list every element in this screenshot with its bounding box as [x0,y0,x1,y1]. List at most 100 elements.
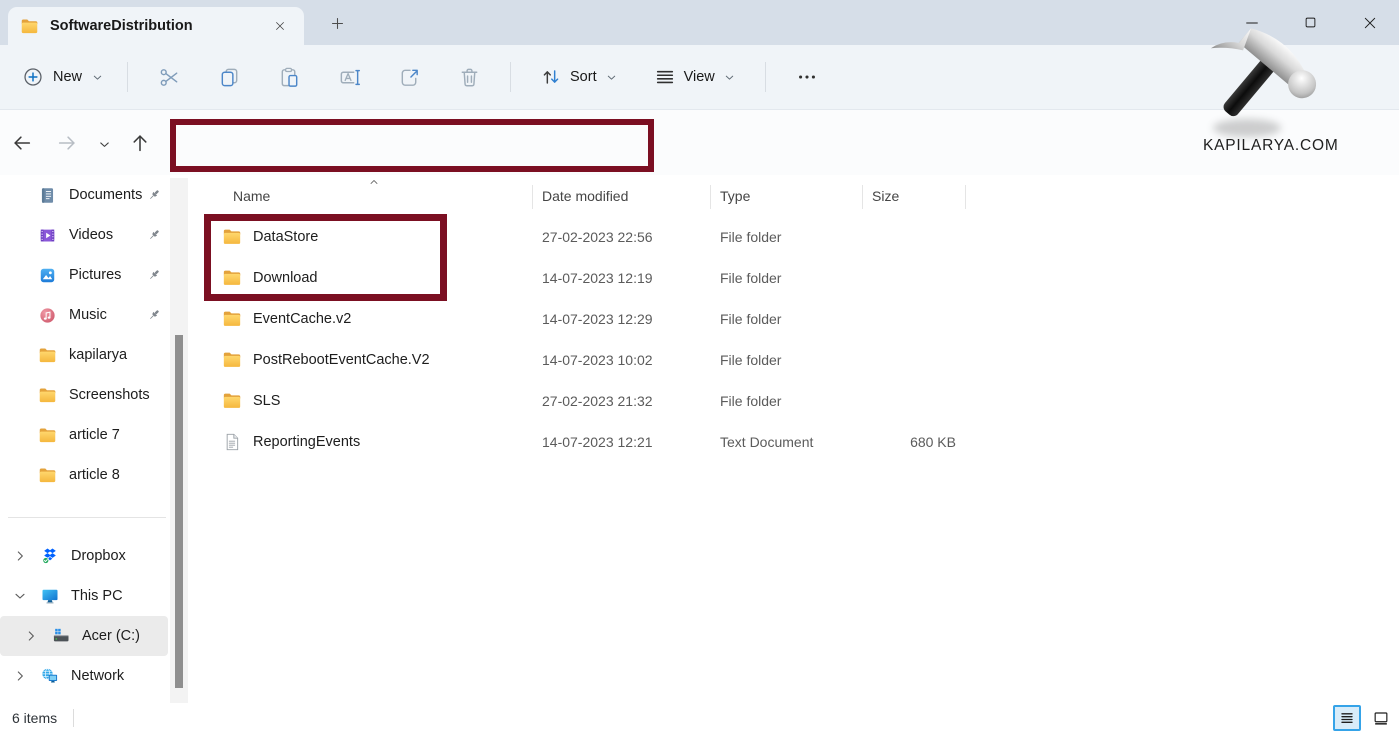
content-view-button[interactable] [1367,705,1395,731]
dropbox-icon [40,546,60,566]
folder-icon [222,391,242,411]
close-button[interactable] [1340,0,1399,45]
new-button[interactable]: New [10,59,116,95]
column-divider[interactable] [532,185,533,209]
pin-icon [146,187,162,203]
sort-button[interactable]: Sort [528,59,630,95]
watermark-text: KAPILARYA.COM [1203,137,1339,155]
sort-icon [540,66,562,88]
file-type: File folder [710,393,862,409]
chevron-down-icon[interactable] [12,588,28,604]
folder-icon [38,426,57,445]
sidebar-tree: Dropbox This PC Acer (C:) Network [0,536,190,696]
up-button[interactable] [126,129,154,157]
file-date-modified: 14-07-2023 10:02 [532,352,710,368]
sidebar-item-screenshots[interactable]: Screenshots [0,375,190,415]
column-header-size[interactable]: Size [862,188,966,204]
copy-icon [218,66,241,89]
rename-icon [338,66,361,89]
view-button-label: View [684,69,715,85]
column-header-date-modified[interactable]: Date modified [532,188,710,204]
sidebar-item-pictures[interactable]: Pictures [0,255,190,295]
sidebar-item-dropbox[interactable]: Dropbox [0,536,190,576]
column-header-name[interactable]: Name [188,188,532,204]
sidebar-item-this-pc[interactable]: This PC [0,576,190,616]
arrow-right-icon [56,132,78,154]
details-view-button[interactable] [1333,705,1361,731]
cut-icon [158,66,181,89]
sidebar-item-label: Acer (C:) [82,628,140,644]
recent-locations-button[interactable] [92,132,116,156]
file-rows: DataStore 27-02-2023 22:56 File folder D… [188,216,1399,462]
column-divider[interactable] [862,185,863,209]
chevron-right-icon[interactable] [23,628,39,644]
file-type: File folder [710,352,862,368]
window-controls [1222,0,1399,45]
share-button[interactable] [389,58,429,96]
sidebar-item-network[interactable]: Network [0,656,190,696]
tab-title: SoftwareDistribution [50,18,257,34]
sidebar-scrollbar-track[interactable] [170,178,188,708]
sort-button-label: Sort [570,69,597,85]
tab-close-icon[interactable] [268,14,292,38]
sidebar-item-label: Music [69,307,107,323]
ellipsis-icon [796,66,818,88]
command-toolbar: New Sort View [0,45,1399,110]
status-bar: 6 items [0,703,1399,733]
sidebar-item-videos[interactable]: Videos [0,215,190,255]
chevron-right-icon[interactable] [12,668,28,684]
maximize-button[interactable] [1281,0,1340,45]
column-divider[interactable] [710,185,711,209]
file-name: EventCache.v2 [253,311,351,327]
sort-ascending-caret-icon [368,176,380,188]
file-row-postrebooteventcache-v2[interactable]: PostRebootEventCache.V2 14-07-2023 10:02… [188,339,1399,380]
new-tab-button[interactable] [322,10,352,36]
tab-software-distribution[interactable]: SoftwareDistribution [8,7,304,45]
pin-icon [146,267,162,283]
file-date-modified: 14-07-2023 12:19 [532,270,710,286]
arrow-left-icon [11,132,33,154]
column-headers: Name Date modified Type Size [188,178,1399,214]
forward-button[interactable] [53,129,81,157]
sidebar-scrollbar-thumb[interactable] [175,335,183,688]
sidebar-item-label: article 7 [69,427,120,443]
sidebar-item-article-8[interactable]: article 8 [0,455,190,495]
rename-button[interactable] [329,58,369,96]
content-view-icon [1371,708,1391,728]
file-row-sls[interactable]: SLS 27-02-2023 21:32 File folder [188,380,1399,421]
file-name: DataStore [253,229,318,245]
chevron-right-icon[interactable] [12,548,28,564]
column-divider[interactable] [965,185,966,209]
chevron-down-icon [605,71,618,84]
sidebar-item-article-7[interactable]: article 7 [0,415,190,455]
minimize-button[interactable] [1222,0,1281,45]
file-row-eventcache-v2[interactable]: EventCache.v2 14-07-2023 12:29 File fold… [188,298,1399,339]
back-button[interactable] [8,129,36,157]
folder-icon [38,346,57,365]
file-row-datastore[interactable]: DataStore 27-02-2023 22:56 File folder [188,216,1399,257]
sidebar-item-label: Pictures [69,267,121,283]
navigation-pane: Documents Videos Pictures Music kapilary… [0,175,190,703]
folder-icon [20,17,39,36]
file-row-download[interactable]: Download 14-07-2023 12:19 File folder [188,257,1399,298]
new-button-label: New [53,69,82,85]
paste-icon [278,66,301,89]
folder-icon [38,466,57,485]
sidebar-divider [8,517,166,518]
sidebar-item-label: This PC [71,588,123,604]
this-pc-icon [40,586,60,606]
more-options-button[interactable] [787,58,827,96]
column-header-type[interactable]: Type [710,188,862,204]
copy-button[interactable] [209,58,249,96]
sidebar-item-acer-c[interactable]: Acer (C:) [0,616,168,656]
view-button[interactable]: View [642,59,748,95]
sidebar-item-documents[interactable]: Documents [0,175,190,215]
sidebar-item-kapilarya[interactable]: kapilarya [0,335,190,375]
file-row-reportingevents[interactable]: ReportingEvents 14-07-2023 12:21 Text Do… [188,421,1399,462]
cut-button[interactable] [149,58,189,96]
sidebar-item-music[interactable]: Music [0,295,190,335]
arrow-up-icon [129,132,151,154]
paste-button[interactable] [269,58,309,96]
delete-button[interactable] [449,58,489,96]
toolbar-divider [765,62,766,92]
